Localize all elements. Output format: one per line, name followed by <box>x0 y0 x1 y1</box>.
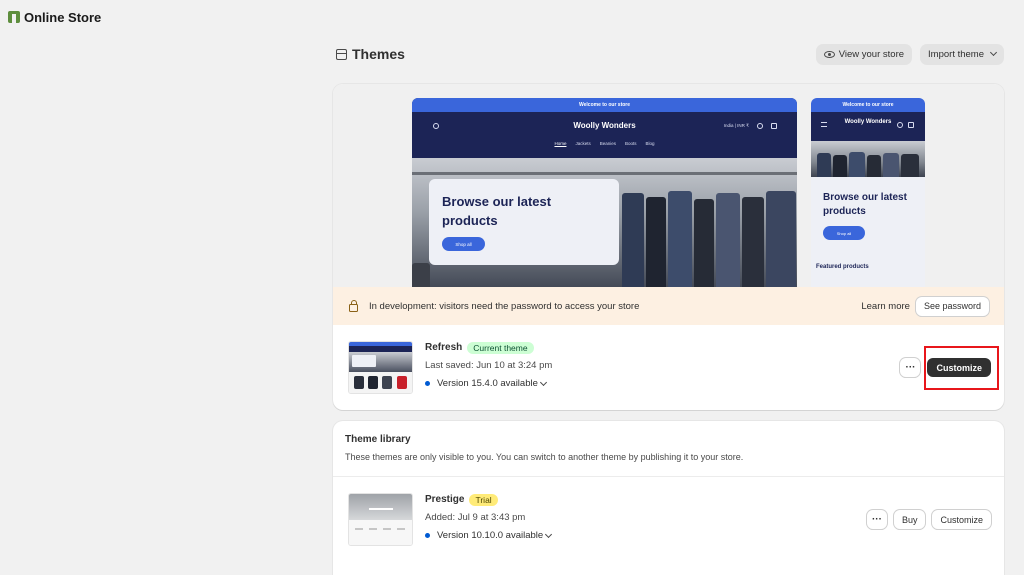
theme-library-header: Theme library These themes are only visi… <box>333 421 1004 477</box>
mobile-hero-image <box>811 141 925 177</box>
theme-preview[interactable]: Welcome to our store Woolly Wonders Indi… <box>333 84 1004 293</box>
version-label: Version 15.4.0 available <box>437 378 538 389</box>
account-icon <box>757 123 763 129</box>
mobile-cart-icon <box>908 122 914 128</box>
customize-highlight-box <box>924 346 999 390</box>
current-theme-info: Refresh Current theme Last saved: Jun 10… <box>425 339 552 389</box>
desktop-preview: Welcome to our store Woolly Wonders Indi… <box>412 98 797 293</box>
version-label: Version 10.10.0 available <box>437 530 544 541</box>
mobile-hero-title: Browse our latest products <box>823 192 907 217</box>
announcement-bar: Welcome to our store <box>412 98 797 112</box>
nav-jackets: Jackets <box>575 141 591 146</box>
locale-selector: India | INR ₹ <box>723 123 749 128</box>
mobile-preview: Welcome to our store Woolly Wonders Brow… <box>811 98 925 293</box>
version-dot-icon <box>425 533 430 538</box>
view-store-label: View your store <box>838 48 905 60</box>
version-available[interactable]: Version 15.4.0 available <box>425 378 552 389</box>
store-header: Woolly Wonders India | INR ₹ Home Jacket… <box>412 112 797 158</box>
theme-library-card: Theme library These themes are only visi… <box>333 421 1004 575</box>
import-theme-button[interactable]: Import theme <box>920 43 1004 65</box>
library-theme-info: Prestige Trial Added: Jul 9 at 3:43 pm V… <box>425 491 553 541</box>
mobile-announcement-bar: Welcome to our store <box>811 98 925 112</box>
customize-button[interactable]: Customize <box>932 510 991 529</box>
nav-boots: Boots <box>625 141 637 146</box>
nav-home: Home <box>554 141 567 146</box>
page-header: Themes View your store Import theme <box>336 43 1004 65</box>
theme-name: Refresh <box>425 342 463 353</box>
header-actions: View your store Import theme <box>815 43 1004 65</box>
lock-icon <box>349 299 358 312</box>
online-store-logo-icon <box>7 10 21 24</box>
mobile-shop-all: Shop all <box>823 226 865 240</box>
themes-icon <box>336 48 347 60</box>
chevron-down-icon <box>539 378 547 386</box>
eye-icon <box>823 50 835 58</box>
library-theme-row: Prestige Trial Added: Jul 9 at 3:43 pm V… <box>333 477 1004 563</box>
theme-name: Prestige <box>425 494 465 505</box>
more-actions-button[interactable]: ··· <box>900 358 921 377</box>
banner-message: In development: visitors need the passwo… <box>369 300 640 312</box>
chevron-down-icon <box>545 530 553 538</box>
app-title: Online Store <box>24 9 102 25</box>
buy-button[interactable]: Buy <box>893 510 926 529</box>
current-theme-card: Welcome to our store Woolly Wonders Indi… <box>333 84 1004 410</box>
see-password-button[interactable]: See password <box>915 296 989 316</box>
current-theme-badge: Current theme <box>467 341 534 354</box>
version-available[interactable]: Version 10.10.0 available <box>425 530 553 541</box>
hero-shop-all: Shop all <box>442 237 485 251</box>
learn-more-link[interactable]: Learn more <box>861 301 910 312</box>
refresh-theme-thumbnail <box>348 341 413 394</box>
mobile-featured-products: Featured products <box>816 264 869 270</box>
trial-badge: Trial <box>469 493 498 506</box>
topbar: Online Store <box>0 0 1024 34</box>
chevron-down-icon <box>989 48 998 57</box>
theme-library-description: These themes are only visible to you. Yo… <box>345 452 744 462</box>
cart-icon <box>771 123 777 129</box>
added-date-text: Added: Jul 9 at 3:43 pm <box>425 512 526 523</box>
import-theme-label: Import theme <box>928 48 984 60</box>
hero-title: Browse our latest products <box>442 194 552 228</box>
hero-image: Browse our latest products Shop all <box>412 158 797 293</box>
view-store-button[interactable]: View your store <box>815 43 913 65</box>
nav-blog: Blog <box>645 141 655 146</box>
prestige-theme-thumbnail <box>348 493 413 546</box>
password-banner: In development: visitors need the passwo… <box>333 287 1004 325</box>
page-title: Themes <box>352 46 405 62</box>
mobile-store-header: Woolly Wonders <box>811 112 925 141</box>
version-dot-icon <box>425 381 430 386</box>
more-actions-button[interactable]: ··· <box>866 510 887 529</box>
library-theme-actions: ··· Buy Customize <box>866 510 991 529</box>
last-saved-text: Last saved: Jun 10 at 3:24 pm <box>425 360 553 371</box>
store-nav: Home Jackets Beanies Boots Blog <box>412 141 797 146</box>
nav-beanies: Beanies <box>599 141 616 146</box>
theme-library-title: Theme library <box>345 434 411 445</box>
hero-text-box: Browse our latest products Shop all <box>429 179 619 265</box>
current-theme-row: Refresh Current theme Last saved: Jun 10… <box>333 325 1004 410</box>
mobile-account-icon <box>897 122 903 128</box>
